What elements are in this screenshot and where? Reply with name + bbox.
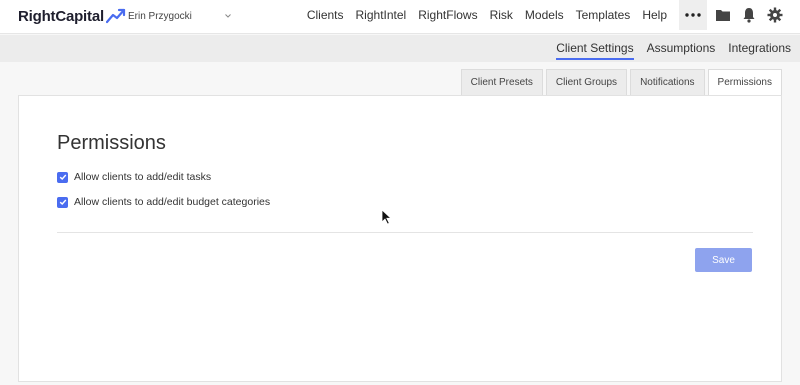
nav-item-templates[interactable]: Templates [576,8,631,22]
tab-client-presets[interactable]: Client Presets [460,69,543,95]
logo-text: RightCapital [18,7,104,25]
permission-option-tasks[interactable]: Allow clients to add/edit tasks [57,171,211,183]
budget-categories-checkbox[interactable] [57,196,68,208]
client-selector-value: Erin Przygocki [128,10,192,22]
tab-notifications[interactable]: Notifications [630,69,705,95]
rightcapital-logo[interactable]: RightCapital [18,6,126,26]
gear-icon [767,7,783,23]
bell-icon [743,8,755,23]
main-nav: Clients RightIntel RightFlows Risk Model… [307,0,784,30]
save-button[interactable]: Save [695,248,752,272]
subnav-assumptions[interactable]: Assumptions [647,35,716,62]
nav-item-help[interactable]: Help [642,8,667,22]
nav-item-clients[interactable]: Clients [307,8,344,22]
divider [57,232,753,233]
ellipsis-icon [685,13,701,17]
notifications-button[interactable] [740,6,758,24]
nav-item-rightflows[interactable]: RightFlows [418,8,477,22]
client-selector[interactable]: Erin Przygocki [128,8,232,24]
chevron-down-icon [225,14,231,18]
settings-button[interactable] [766,6,784,24]
more-menu-button[interactable] [679,0,707,30]
nav-item-risk[interactable]: Risk [490,8,513,22]
logo-chart-icon [105,8,126,24]
nav-item-rightintel[interactable]: RightIntel [356,8,407,22]
folder-icon [716,10,730,21]
tab-permissions[interactable]: Permissions [707,69,782,95]
budget-categories-checkbox-label: Allow clients to add/edit budget categor… [74,196,271,208]
subnav-integrations[interactable]: Integrations [728,35,791,62]
tasks-checkbox[interactable] [57,171,68,183]
permission-option-budget-categories[interactable]: Allow clients to add/edit budget categor… [57,196,270,208]
client-settings-tabs: Client Presets Client Groups Notificatio… [458,69,782,95]
files-button[interactable] [714,6,732,24]
settings-subnav: Client Settings Assumptions Integrations [0,35,800,62]
top-navigation-bar: RightCapital Erin Przygocki Clients Righ… [0,0,800,34]
permissions-panel: Permissions Allow clients to add/edit ta… [18,95,782,382]
checkmark-icon [59,174,66,180]
checkmark-icon [59,199,66,205]
tab-client-groups[interactable]: Client Groups [545,69,628,95]
mouse-cursor-icon [381,209,393,225]
page-title: Permissions [57,132,166,154]
subnav-client-settings[interactable]: Client Settings [556,35,634,62]
nav-item-models[interactable]: Models [525,8,564,22]
tasks-checkbox-label: Allow clients to add/edit tasks [74,171,212,183]
